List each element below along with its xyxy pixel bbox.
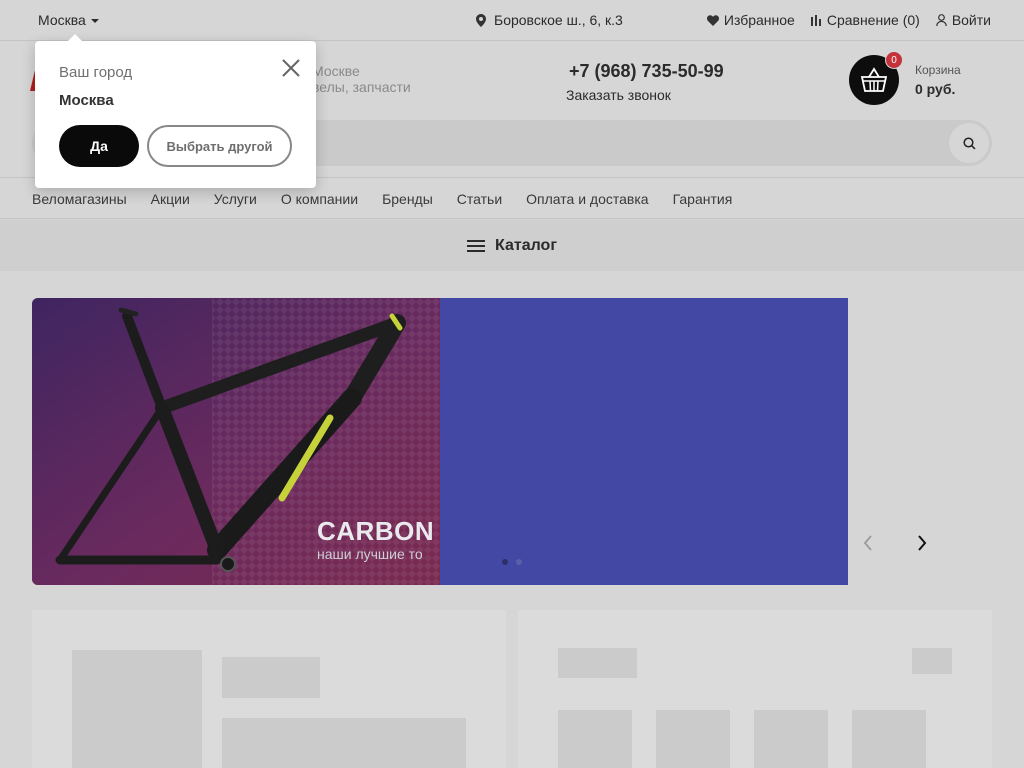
slide-banner-blue[interactable] — [440, 298, 848, 585]
compare-link[interactable]: Сравнение (0) — [810, 12, 920, 28]
popup-title: Ваш город — [59, 64, 133, 81]
choose-other-city-button[interactable]: Выбрать другой — [147, 125, 292, 167]
heart-icon — [706, 14, 719, 26]
skeleton-block — [222, 657, 320, 698]
cart-count-badge: 0 — [885, 51, 903, 69]
slider-dot-2[interactable] — [516, 559, 522, 565]
slider-dot-1[interactable] — [502, 559, 508, 565]
catalog-label: Каталог — [495, 236, 557, 254]
chevron-left-icon — [863, 535, 872, 551]
basket-icon — [860, 67, 888, 92]
location-pin-icon — [476, 13, 486, 27]
nav-item-about[interactable]: О компании — [281, 191, 358, 207]
search-icon — [962, 136, 976, 150]
close-button[interactable] — [280, 57, 302, 79]
city-selector[interactable]: Москва — [38, 12, 99, 28]
slider-next-button[interactable] — [912, 533, 932, 553]
city-confirm-popup: Ваш город Москва Да Выбрать другой — [35, 34, 316, 188]
user-icon — [936, 14, 947, 26]
caret-down-icon — [90, 19, 99, 23]
slider-pagination — [502, 559, 522, 565]
favorites-link[interactable]: Избранное — [706, 12, 795, 28]
skeleton-block — [912, 648, 952, 674]
skeleton-block — [558, 648, 637, 678]
nav-item-promotions[interactable]: Акции — [151, 191, 190, 207]
search-button[interactable] — [949, 123, 989, 163]
nav-item-articles[interactable]: Статьи — [457, 191, 502, 207]
top-bar: Москва Боровское ш., 6, к.3 Избранное Ср… — [0, 0, 1024, 41]
compare-label: Сравнение (0) — [826, 12, 920, 28]
skeleton-block — [558, 710, 632, 768]
slider-prev-button[interactable] — [858, 533, 878, 553]
tagline-line2: велы, запчасти — [312, 79, 411, 95]
compare-bars-icon — [810, 14, 821, 26]
confirm-city-button[interactable]: Да — [59, 125, 139, 167]
skeleton-block — [222, 718, 466, 768]
cart-label[interactable]: Корзина — [915, 63, 961, 77]
skeleton-block — [72, 650, 202, 768]
login-label: Войти — [951, 12, 991, 28]
city-label: Москва — [38, 12, 86, 28]
chevron-right-icon — [918, 535, 927, 551]
skeleton-block — [754, 710, 828, 768]
callback-link[interactable]: Заказать звонок — [566, 87, 671, 103]
favorites-label: Избранное — [723, 12, 795, 28]
nav-item-brands[interactable]: Бренды — [382, 191, 433, 207]
slide-subtitle: наши лучшие то — [317, 546, 423, 562]
hamburger-icon — [467, 239, 485, 252]
popup-city: Москва — [59, 92, 114, 109]
skeleton-block — [656, 710, 730, 768]
skeleton-block — [852, 710, 926, 768]
tagline-line1: Москве — [312, 63, 360, 79]
skeleton-card-right — [518, 610, 992, 768]
skeleton-card-left — [32, 610, 506, 768]
nav-item-services[interactable]: Услуги — [214, 191, 257, 207]
slide-banner-carbon[interactable]: CARBON F наши лучшие то — [32, 298, 440, 585]
catalog-button[interactable]: Каталог — [0, 220, 1024, 271]
nav-item-payment-delivery[interactable]: Оплата и доставка — [526, 191, 648, 207]
cart-sum: 0 руб. — [915, 81, 956, 97]
slide-title: CARBON F — [317, 516, 440, 546]
phone-number[interactable]: +7 (968) 735-50-99 — [569, 61, 724, 82]
address-text: Боровское ш., 6, к.3 — [494, 12, 623, 28]
store-address[interactable]: Боровское ш., 6, к.3 — [476, 12, 623, 28]
nav-item-bike-shops[interactable]: Веломагазины — [32, 191, 127, 207]
close-icon — [282, 59, 300, 77]
login-link[interactable]: Войти — [936, 12, 991, 28]
nav-item-warranty[interactable]: Гарантия — [673, 191, 733, 207]
tagline: Москве велы, запчасти — [312, 63, 411, 95]
top-links: Избранное Сравнение (0) Войти — [706, 12, 991, 28]
